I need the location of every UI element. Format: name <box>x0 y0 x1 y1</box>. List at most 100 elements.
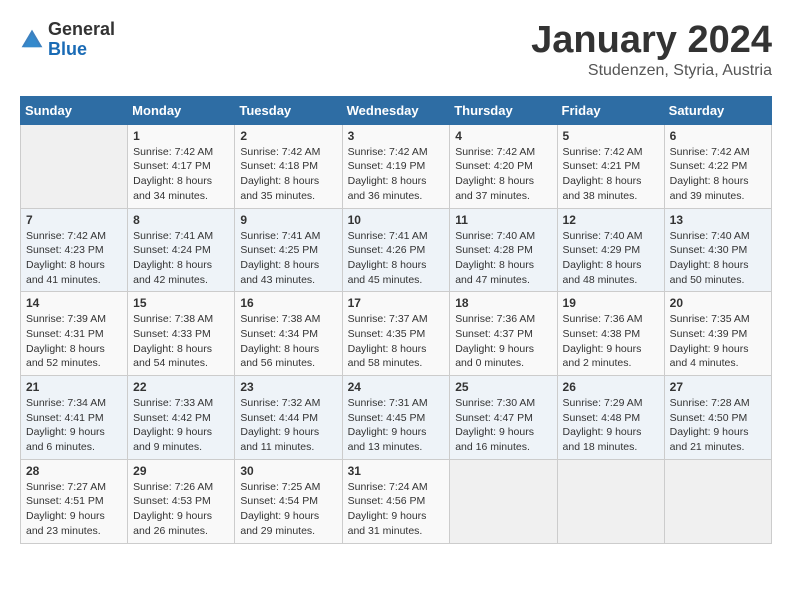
day-number: 1 <box>133 129 229 143</box>
day-info: Sunrise: 7:41 AMSunset: 4:26 PMDaylight:… <box>348 229 445 288</box>
day-number: 31 <box>348 464 445 478</box>
day-info: Sunrise: 7:42 AMSunset: 4:18 PMDaylight:… <box>240 145 336 204</box>
calendar-cell: 12 Sunrise: 7:40 AMSunset: 4:29 PMDayligh… <box>557 208 664 292</box>
day-number: 10 <box>348 213 445 227</box>
calendar-cell: 3Sunrise: 7:42 AMSunset: 4:19 PMDaylight… <box>342 124 450 208</box>
day-number: 16 <box>240 296 336 310</box>
calendar-cell: 27Sunrise: 7:28 AMSunset: 4:50 PMDayligh… <box>664 376 771 460</box>
day-info: Sunrise: 7:41 AMSunset: 4:24 PMDaylight:… <box>133 229 229 288</box>
calendar-cell: 29 Sunrise: 7:26 AMSunset: 4:53 PMDayligh… <box>128 459 235 543</box>
calendar-cell: 16Sunrise: 7:38 AMSunset: 4:34 PMDayligh… <box>235 292 342 376</box>
calendar-cell: 22 Sunrise: 7:33 AMSunset: 4:42 PMDayligh… <box>128 376 235 460</box>
calendar-cell: 11Sunrise: 7:40 AMSunset: 4:28 PMDayligh… <box>450 208 557 292</box>
day-info: Sunrise: 7:25 AMSunset: 4:54 PMDaylight:… <box>240 480 336 539</box>
calendar-cell: 31 Sunrise: 7:24 AMSunset: 4:56 PMDayligh… <box>342 459 450 543</box>
day-number: 24 <box>348 380 445 394</box>
day-number: 7 <box>26 213 122 227</box>
day-number: 5 <box>563 129 659 143</box>
calendar-cell: 13Sunrise: 7:40 AMSunset: 4:30 PMDayligh… <box>664 208 771 292</box>
calendar-week-1: 1 Sunrise: 7:42 AMSunset: 4:17 PMDaylight… <box>21 124 772 208</box>
calendar-cell: 5 Sunrise: 7:42 AMSunset: 4:21 PMDaylight… <box>557 124 664 208</box>
day-number: 6 <box>670 129 766 143</box>
day-header-monday: Monday <box>128 96 235 124</box>
day-info: Sunrise: 7:37 AMSunset: 4:35 PMDaylight:… <box>348 312 445 371</box>
day-number: 21 <box>26 380 122 394</box>
calendar-subtitle: Studenzen, Styria, Austria <box>531 62 772 80</box>
day-header-friday: Friday <box>557 96 664 124</box>
day-number: 29 <box>133 464 229 478</box>
page-header: General Blue January 2024 Studenzen, Sty… <box>20 20 772 80</box>
calendar-cell: 19Sunrise: 7:36 AMSunset: 4:38 PMDayligh… <box>557 292 664 376</box>
day-number: 2 <box>240 129 336 143</box>
day-info: Sunrise: 7:42 AMSunset: 4:17 PMDaylight:… <box>133 145 229 204</box>
calendar-cell: 20 Sunrise: 7:35 AMSunset: 4:39 PMDayligh… <box>664 292 771 376</box>
day-info: Sunrise: 7:24 AMSunset: 4:56 PMDaylight:… <box>348 480 445 539</box>
calendar-week-5: 28Sunrise: 7:27 AMSunset: 4:51 PMDayligh… <box>21 459 772 543</box>
day-info: Sunrise: 7:31 AMSunset: 4:45 PMDaylight:… <box>348 396 445 455</box>
day-number: 19 <box>563 296 659 310</box>
day-info: Sunrise: 7:40 AMSunset: 4:29 PMDaylight:… <box>563 229 659 288</box>
calendar-week-3: 14 Sunrise: 7:39 AMSunset: 4:31 PMDayligh… <box>21 292 772 376</box>
calendar-cell: 15 Sunrise: 7:38 AMSunset: 4:33 PMDayligh… <box>128 292 235 376</box>
day-header-wednesday: Wednesday <box>342 96 450 124</box>
day-info: Sunrise: 7:42 AMSunset: 4:23 PMDaylight:… <box>26 229 122 288</box>
day-info: Sunrise: 7:41 AMSunset: 4:25 PMDaylight:… <box>240 229 336 288</box>
logo: General Blue <box>20 20 115 60</box>
calendar-cell: 8 Sunrise: 7:41 AMSunset: 4:24 PMDaylight… <box>128 208 235 292</box>
day-header-sunday: Sunday <box>21 96 128 124</box>
day-info: Sunrise: 7:38 AMSunset: 4:33 PMDaylight:… <box>133 312 229 371</box>
calendar-cell: 18 Sunrise: 7:36 AMSunset: 4:37 PMDayligh… <box>450 292 557 376</box>
day-info: Sunrise: 7:35 AMSunset: 4:39 PMDaylight:… <box>670 312 766 371</box>
day-number: 23 <box>240 380 336 394</box>
calendar-week-4: 21 Sunrise: 7:34 AMSunset: 4:41 PMDayligh… <box>21 376 772 460</box>
day-header-tuesday: Tuesday <box>235 96 342 124</box>
day-number: 25 <box>455 380 551 394</box>
calendar-cell <box>21 124 128 208</box>
day-info: Sunrise: 7:40 AMSunset: 4:28 PMDaylight:… <box>455 229 551 288</box>
calendar-cell: 17 Sunrise: 7:37 AMSunset: 4:35 PMDayligh… <box>342 292 450 376</box>
day-header-thursday: Thursday <box>450 96 557 124</box>
calendar-header-row: SundayMondayTuesdayWednesdayThursdayFrid… <box>21 96 772 124</box>
logo-icon <box>20 28 44 52</box>
calendar-cell: 23Sunrise: 7:32 AMSunset: 4:44 PMDayligh… <box>235 376 342 460</box>
calendar-week-2: 7 Sunrise: 7:42 AMSunset: 4:23 PMDaylight… <box>21 208 772 292</box>
calendar-cell: 2 Sunrise: 7:42 AMSunset: 4:18 PMDaylight… <box>235 124 342 208</box>
day-info: Sunrise: 7:42 AMSunset: 4:21 PMDaylight:… <box>563 145 659 204</box>
calendar-title: January 2024 <box>531 20 772 62</box>
calendar-cell: 9 Sunrise: 7:41 AMSunset: 4:25 PMDaylight… <box>235 208 342 292</box>
day-info: Sunrise: 7:34 AMSunset: 4:41 PMDaylight:… <box>26 396 122 455</box>
calendar-cell: 10 Sunrise: 7:41 AMSunset: 4:26 PMDayligh… <box>342 208 450 292</box>
calendar-cell: 1 Sunrise: 7:42 AMSunset: 4:17 PMDaylight… <box>128 124 235 208</box>
day-number: 30 <box>240 464 336 478</box>
day-number: 26 <box>563 380 659 394</box>
day-info: Sunrise: 7:42 AMSunset: 4:20 PMDaylight:… <box>455 145 551 204</box>
calendar-cell: 26 Sunrise: 7:29 AMSunset: 4:48 PMDayligh… <box>557 376 664 460</box>
day-header-saturday: Saturday <box>664 96 771 124</box>
day-number: 22 <box>133 380 229 394</box>
logo-general: General <box>48 20 115 40</box>
day-number: 20 <box>670 296 766 310</box>
day-info: Sunrise: 7:29 AMSunset: 4:48 PMDaylight:… <box>563 396 659 455</box>
day-number: 14 <box>26 296 122 310</box>
calendar-cell: 7 Sunrise: 7:42 AMSunset: 4:23 PMDaylight… <box>21 208 128 292</box>
day-info: Sunrise: 7:26 AMSunset: 4:53 PMDaylight:… <box>133 480 229 539</box>
day-number: 17 <box>348 296 445 310</box>
day-number: 15 <box>133 296 229 310</box>
day-info: Sunrise: 7:27 AMSunset: 4:51 PMDaylight:… <box>26 480 122 539</box>
day-info: Sunrise: 7:30 AMSunset: 4:47 PMDaylight:… <box>455 396 551 455</box>
day-number: 27 <box>670 380 766 394</box>
day-number: 8 <box>133 213 229 227</box>
day-number: 18 <box>455 296 551 310</box>
day-info: Sunrise: 7:33 AMSunset: 4:42 PMDaylight:… <box>133 396 229 455</box>
calendar-cell: 28Sunrise: 7:27 AMSunset: 4:51 PMDayligh… <box>21 459 128 543</box>
day-info: Sunrise: 7:39 AMSunset: 4:31 PMDaylight:… <box>26 312 122 371</box>
logo-text: General Blue <box>48 20 115 60</box>
day-info: Sunrise: 7:36 AMSunset: 4:37 PMDaylight:… <box>455 312 551 371</box>
calendar-cell: 14 Sunrise: 7:39 AMSunset: 4:31 PMDayligh… <box>21 292 128 376</box>
calendar-table: SundayMondayTuesdayWednesdayThursdayFrid… <box>20 96 772 544</box>
day-info: Sunrise: 7:42 AMSunset: 4:22 PMDaylight:… <box>670 145 766 204</box>
calendar-cell <box>557 459 664 543</box>
calendar-cell: 4Sunrise: 7:42 AMSunset: 4:20 PMDaylight… <box>450 124 557 208</box>
day-number: 9 <box>240 213 336 227</box>
day-number: 12 <box>563 213 659 227</box>
